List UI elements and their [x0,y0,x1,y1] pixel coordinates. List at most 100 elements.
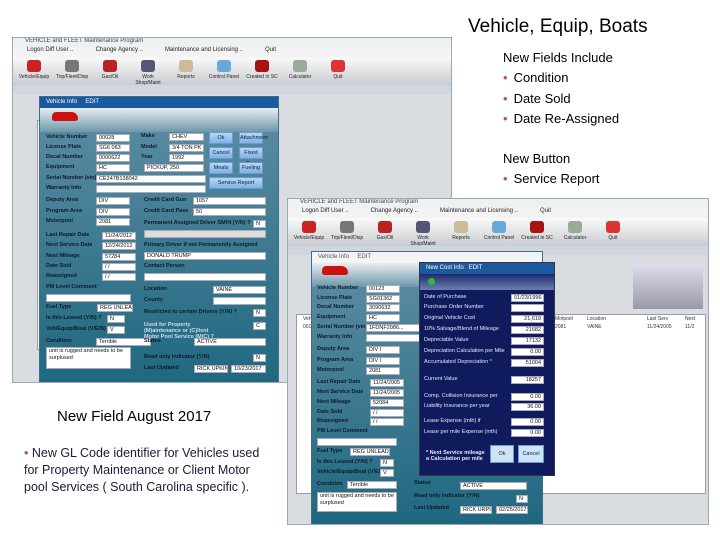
field-input[interactable]: CE247B138042 [96,175,206,183]
field-input[interactable]: 00028 [96,134,130,142]
year-input[interactable]: 1992 [169,154,204,162]
toolbar-button[interactable]: Gas/Oil [93,57,127,85]
toolbar-button[interactable]: Vehicle/Equip [292,218,326,246]
toolbar-button[interactable]: Vehicle/Equip [17,57,51,85]
field-input[interactable]: REG UNLEADED [97,304,133,312]
field-input[interactable]: 2081 [366,367,400,375]
menu-item[interactable]: Maintenance and Licensing .. [165,47,243,57]
field-input[interactable]: N [107,315,125,323]
status-input[interactable]: ACTIVE [460,482,527,490]
menu-item[interactable]: Maintenance and Licensing .. [440,208,518,218]
cost-input[interactable]: 21682 [511,326,544,334]
field-input[interactable]: 11/24/2005 [370,389,404,397]
field-input[interactable] [96,185,206,193]
field-input[interactable]: N [253,220,266,228]
field-input[interactable]: DIV I [366,346,400,354]
ok-button[interactable]: Ok [490,445,514,463]
menu-item[interactable]: Logon Diff User .. [27,47,74,57]
toolbar-button[interactable]: Trip/Fleet/Disp [55,57,89,85]
field-input[interactable]: V [380,469,394,477]
cost-input[interactable]: 21,619 [511,315,544,323]
field-input[interactable]: 12/24/2012 [102,242,136,250]
field-input[interactable]: 50 [193,208,266,216]
field-input[interactable]: / / [102,273,136,281]
menu-item[interactable]: Quit [540,208,551,218]
menu-item[interactable]: Change Agency .. [371,208,418,218]
toolbar-button[interactable]: Quit [596,218,630,246]
toolbar-button[interactable]: Created in SC [520,218,554,246]
field-input[interactable]: VAINE [213,286,266,294]
field-input[interactable]: DIV [96,208,130,216]
field-input[interactable]: REG UNLEADED [350,448,390,456]
field-input[interactable]: / / [102,263,136,271]
field-input[interactable]: Terrible [347,481,397,489]
field-input[interactable]: V [107,326,125,334]
model-input[interactable]: 3/4 TON PK [169,144,204,152]
dialog-button[interactable]: Meals [209,162,233,174]
field-input[interactable]: DIV I [366,357,400,365]
search-buttons[interactable] [633,264,703,309]
field-input[interactable]: SG6 063 [96,144,130,152]
comment-textarea[interactable]: unit is rugged and needs to be surplused [317,492,397,512]
dialog-button[interactable]: Service Report [209,177,263,189]
toolbar-button[interactable]: Control Panel [482,218,516,246]
field-input[interactable]: 57284 [102,253,136,261]
toolbar-button[interactable]: Work Shop/Maint [406,218,440,247]
toolbar-button[interactable]: Created in SC [245,57,279,85]
toolbar-button[interactable]: Quit [321,57,355,85]
field-input[interactable]: / / [370,409,404,417]
field-input[interactable]: C [253,322,266,330]
cancel-button[interactable]: Cancel [518,445,544,463]
pm-comment-input[interactable] [317,438,397,446]
cost-input[interactable]: 18257 [511,376,544,384]
field-input[interactable]: Terrible [96,338,151,346]
field-input[interactable]: 2081 [96,218,130,226]
field-input[interactable]: N [253,309,266,317]
toolbar-button[interactable]: Reports [444,218,478,246]
field-input[interactable]: N [253,354,266,362]
field-input[interactable] [144,273,266,281]
read-only-input[interactable]: N [516,495,528,503]
menu-item[interactable]: Change Agency .. [96,47,143,57]
equipment-desc[interactable]: PICKUP, 250 [144,164,204,172]
toolbar-button[interactable]: Gas/Oil [368,218,402,246]
cost-input[interactable]: 0.00 [511,393,544,401]
dialog-button[interactable]: Ok [209,132,233,144]
field-input[interactable]: DIV [96,197,130,205]
toolbar-button[interactable]: Calculator [558,218,592,246]
menu-item[interactable]: Logon Diff User .. [302,208,349,218]
field-input[interactable]: 52084 [370,399,404,407]
field-input[interactable]: 00123 [366,285,400,293]
field-input[interactable]: N [380,459,394,467]
cost-input[interactable]: 17132 [511,337,544,345]
dialog-button[interactable]: Fixed Cost [239,147,263,167]
dialog-button[interactable]: Attachment [239,132,268,144]
cost-input[interactable]: 36.00 [511,403,544,411]
field-input[interactable]: HC [366,314,400,322]
toolbar-button[interactable]: Calculator [283,57,317,85]
pm-comment-input[interactable] [46,294,131,302]
dialog-button[interactable]: Cancel [209,147,233,159]
field-input[interactable]: 3090632 [366,304,400,312]
field-input[interactable]: HC [96,164,130,172]
dialog-button[interactable]: Fueling [239,162,263,174]
cost-input[interactable]: 0.00 [511,429,544,437]
toolbar-button[interactable]: Reports [169,57,203,85]
field-input[interactable]: DONALD TRUMP [144,252,266,260]
toolbar-button[interactable]: Trip/Fleet/Disp [330,218,364,246]
cost-input[interactable]: 0.00 [511,418,544,426]
field-input[interactable]: 1057 [193,197,266,205]
cost-input[interactable] [511,304,544,312]
toolbar-button[interactable]: Work Shop/Maint [131,57,165,86]
field-input[interactable]: SG01362 [366,295,400,303]
make-input[interactable]: CHEV [169,133,204,141]
field-input[interactable]: 0000622 [96,154,130,162]
field-input[interactable]: 11/24/2012 [102,232,136,240]
comment-textarea[interactable]: unit is rugged and needs to be surplused [46,347,131,369]
field-input[interactable] [213,297,266,305]
cost-input[interactable]: 0.00 [511,348,544,356]
field-input[interactable]: 11/24/2005 [370,379,404,387]
menu-item[interactable]: Quit [265,47,276,57]
field-input[interactable]: ACTIVE [194,338,266,346]
field-input[interactable]: / / [370,418,404,426]
